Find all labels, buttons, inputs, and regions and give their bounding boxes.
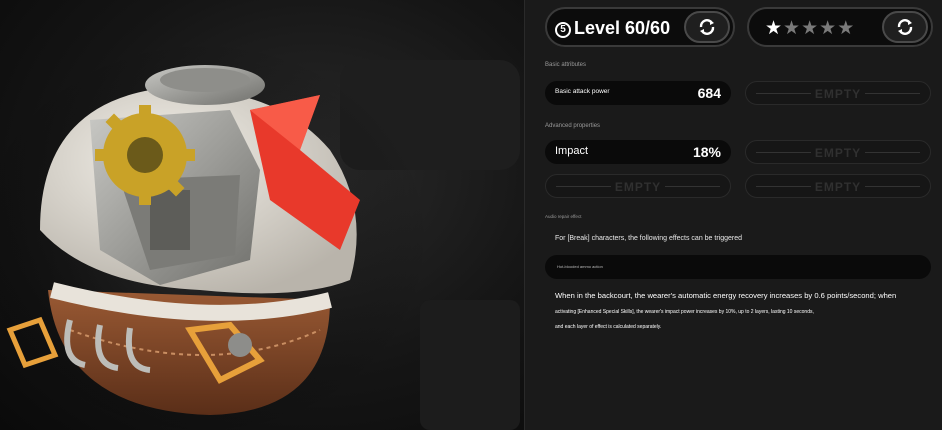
effect-trigger-text: For [Break] characters, the following ef… [555, 235, 743, 242]
advanced-properties-label: Advanced properties [545, 123, 601, 129]
sub-stat-row[interactable]: Impact 18% [545, 140, 731, 164]
main-stat-value: 684 [697, 85, 721, 101]
level-label: Level 60/60 [574, 18, 671, 38]
effect-name-box: Hot-blooded ammo action [545, 255, 931, 279]
refresh-icon [897, 19, 913, 35]
effect-description-line-3: and each layer of effect is calculated s… [555, 324, 662, 330]
star-rating: ★★★★★ [765, 17, 855, 40]
effect-label: Audio repair effect [545, 214, 582, 219]
empty-slot[interactable]: EMPTY [745, 81, 931, 105]
empty-slot[interactable]: EMPTY [745, 174, 931, 198]
disc-details-panel: 5 Level 60/60 ★★★★★ Basic attributes Bas… [524, 0, 942, 430]
effect-description-line-1: When in the backcourt, the wearer's auto… [555, 291, 897, 300]
level-pill: 5 Level 60/60 [545, 7, 735, 47]
drive-disc-artwork [0, 0, 524, 430]
rarity-pill: ★★★★★ [747, 7, 933, 47]
drive-disc-illustration [0, 40, 520, 430]
sub-stat-name: Impact [555, 145, 589, 157]
effect-name: Hot-blooded ammo action [557, 264, 603, 269]
refresh-icon [699, 19, 715, 35]
rarity-refresh-button[interactable] [882, 11, 928, 43]
empty-slot[interactable]: EMPTY [545, 174, 731, 198]
star-icon: ★ [765, 18, 784, 39]
effect-description-line-2: activating [Enhanced Special Skills], th… [555, 309, 814, 315]
main-stat-row[interactable]: Basic attack power 684 [545, 81, 731, 105]
numbered-circle-icon: 5 [555, 22, 571, 38]
star-icon: ★ [819, 18, 838, 39]
star-icon: ★ [783, 18, 802, 39]
star-icon: ★ [801, 18, 820, 39]
star-icon: ★ [837, 18, 856, 39]
level-refresh-button[interactable] [684, 11, 730, 43]
top-bar: 5 Level 60/60 ★★★★★ [545, 7, 933, 47]
empty-slot[interactable]: EMPTY [745, 140, 931, 164]
main-stat-name: Basic attack power [555, 88, 610, 95]
level-display: 5 Level 60/60 [555, 18, 670, 39]
basic-attributes-label: Basic attributes [545, 62, 587, 68]
sub-stat-value: 18% [692, 144, 721, 160]
